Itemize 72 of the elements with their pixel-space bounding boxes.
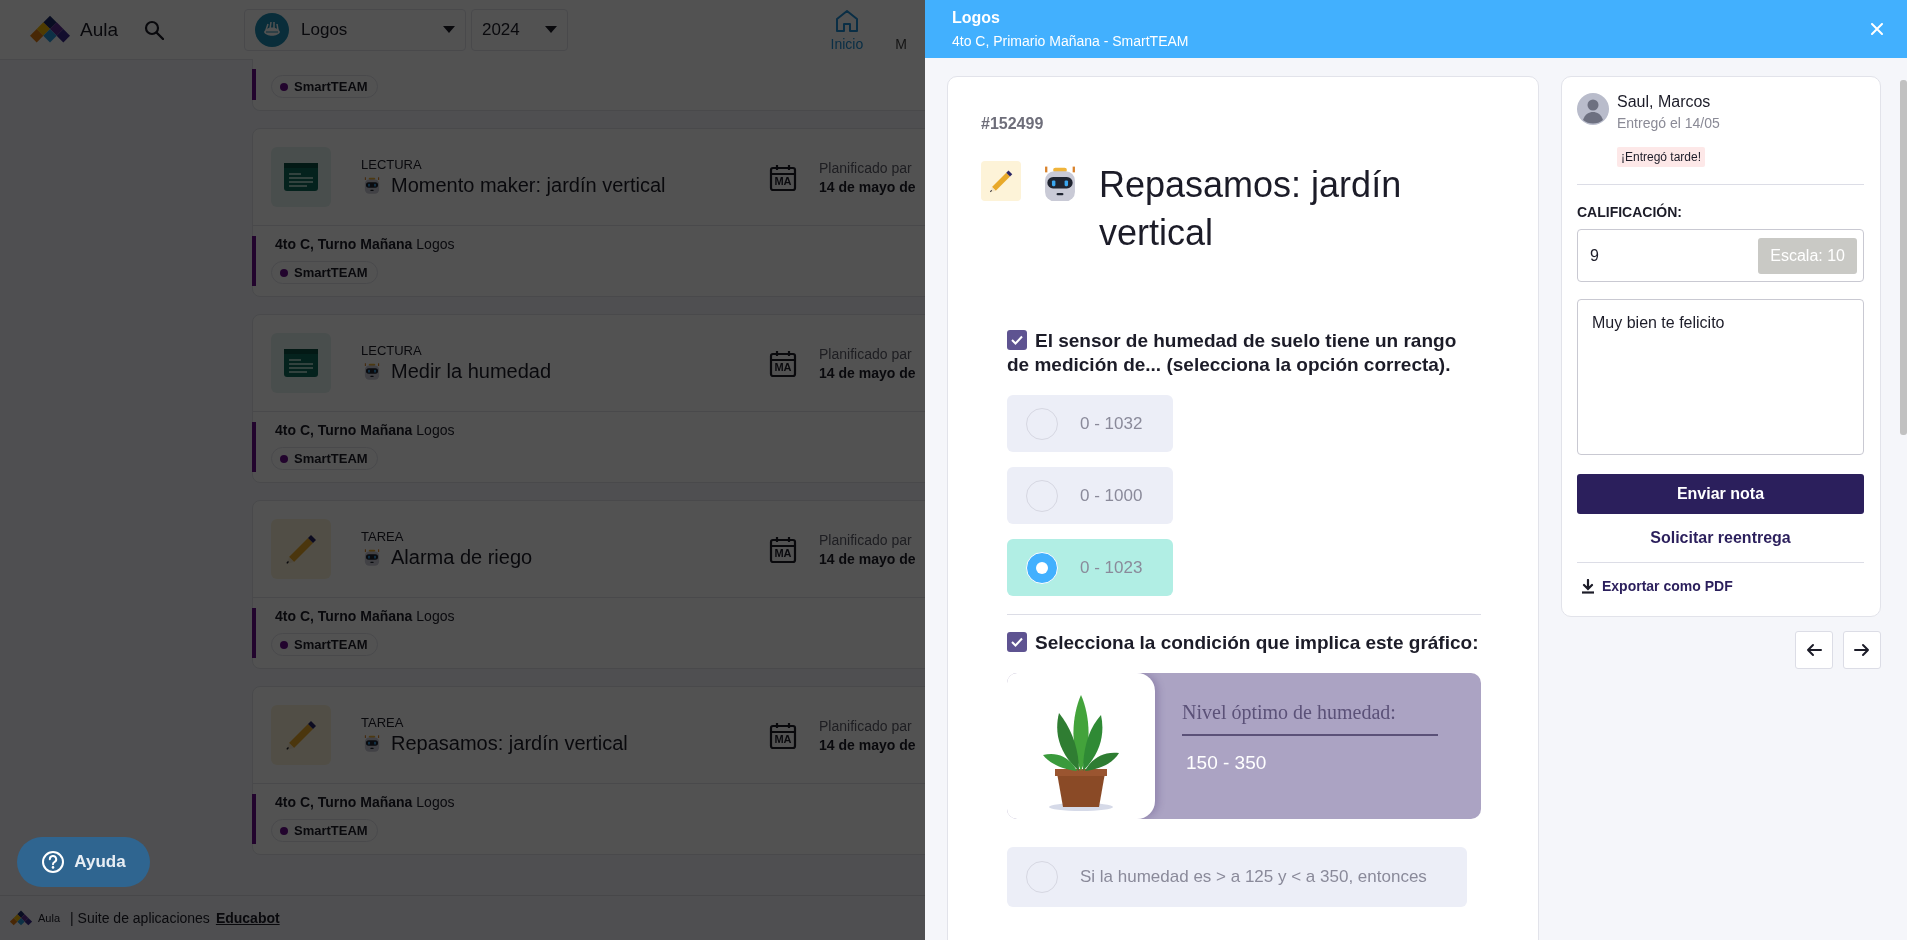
- search-icon[interactable]: [144, 19, 165, 40]
- school-select[interactable]: Logos: [244, 8, 466, 51]
- calendar-day: MA: [771, 360, 795, 373]
- answer-option[interactable]: 0 - 1000: [1007, 467, 1173, 524]
- close-icon: [1871, 23, 1883, 35]
- planned-date: 14 de mayo de: [819, 736, 916, 753]
- planned-date: 14 de mayo de: [819, 178, 916, 195]
- planned-date: 14 de mayo de: [819, 364, 916, 381]
- activity-type: TAREA: [361, 529, 405, 544]
- calendar-icon: [769, 720, 797, 750]
- grade-label: CALIFICACIÓN:: [1577, 204, 1683, 220]
- school-logo-icon: [255, 12, 290, 47]
- drawer-subtitle: 4to C, Primario Mañana - SmartTEAM: [952, 33, 1190, 49]
- question-text: El sensor de humedad de suelo tiene un rango de medición de... (selecciona la opción correcta).: [1007, 329, 1458, 377]
- nav-item[interactable]: M: [895, 35, 907, 52]
- activity-title[interactable]: Medir la humedad: [391, 360, 552, 383]
- avatar-icon: [1577, 93, 1609, 125]
- app-name: Aula: [80, 18, 119, 41]
- activity-title[interactable]: Repasamos: jardín vertical: [391, 732, 628, 755]
- course-label: 4to C, Turno Mañana Logos: [275, 794, 456, 810]
- answer-option[interactable]: 0 - 1023: [1007, 539, 1173, 596]
- activity-id: #152499: [981, 115, 1045, 133]
- arrow-left-icon: [1806, 642, 1822, 658]
- download-icon: [1581, 578, 1595, 594]
- planned-date: 14 de mayo de: [819, 550, 916, 567]
- export-pdf-link[interactable]: Exportar como PDF: [1581, 578, 1864, 594]
- resubmit-link[interactable]: Solicitar reentrega: [1644, 528, 1797, 548]
- grade-field[interactable]: 9 Escala: 10: [1577, 229, 1864, 282]
- logo-icon: [30, 14, 70, 45]
- nav-item[interactable]: Inicio: [830, 35, 864, 52]
- scale-badge: Escala: 10: [1758, 237, 1857, 274]
- checkbox[interactable]: [1007, 330, 1027, 350]
- calendar-icon: [769, 534, 797, 564]
- help-button[interactable]: Ayuda: [17, 837, 150, 887]
- activity-title: Repasamos: jardín vertical: [1099, 163, 1403, 255]
- footer-brand: Aula: [38, 912, 61, 924]
- year-select[interactable]: 2024: [470, 8, 568, 51]
- answer-option[interactable]: 0 - 1032: [1007, 395, 1173, 452]
- calendar-icon: [769, 162, 797, 192]
- footer-link[interactable]: Educabot: [215, 910, 280, 926]
- activity-title[interactable]: Alarma de riego: [391, 546, 533, 569]
- next-button[interactable]: [1843, 631, 1881, 669]
- comment-field[interactable]: Muy bien te felicito: [1577, 299, 1864, 455]
- logo-icon: [10, 909, 32, 927]
- arrow-right-icon: [1854, 642, 1870, 658]
- calendar-day: MA: [771, 732, 795, 745]
- activity-type: LECTURA: [361, 157, 423, 172]
- send-grade-button[interactable]: Enviar nota: [1577, 474, 1864, 514]
- activity-type: TAREA: [361, 715, 405, 730]
- graphic-label: Nivel óptimo de humedad:: [1182, 701, 1438, 736]
- graphic-value: 150 - 350: [1185, 752, 1268, 774]
- answer-option[interactable]: Si la humedad es > a 125 y < a 350, entonces: [1007, 847, 1467, 907]
- calendar-icon: [769, 348, 797, 378]
- footer-text: | Suite de aplicaciones: [70, 910, 210, 926]
- course-label: 4to C, Turno Mañana Logos: [275, 236, 456, 252]
- checkbox[interactable]: [1007, 632, 1027, 652]
- drawer-title: Logos: [952, 9, 1001, 27]
- caret-icon: [544, 26, 557, 33]
- activity-title[interactable]: Momento maker: jardín vertical: [391, 174, 666, 197]
- calendar-day: MA: [771, 546, 795, 559]
- student-name: Saul, Marcos: [1617, 93, 1712, 111]
- question-text: Selecciona la condición que implica este gráfico:: [1007, 631, 1483, 655]
- delivery-date: Entregó el 14/05: [1617, 115, 1720, 131]
- course-label: 4to C, Turno Mañana Logos: [275, 608, 456, 624]
- caret-icon: [442, 26, 455, 33]
- late-badge: ¡Entregó tarde!: [1617, 147, 1706, 167]
- activity-type: LECTURA: [361, 343, 423, 358]
- calendar-day: MA: [771, 174, 795, 187]
- scrollbar[interactable]: [1900, 80, 1907, 435]
- previous-button[interactable]: [1795, 631, 1833, 669]
- help-icon: [41, 850, 66, 874]
- course-label: 4to C, Turno Mañana Logos: [275, 422, 456, 438]
